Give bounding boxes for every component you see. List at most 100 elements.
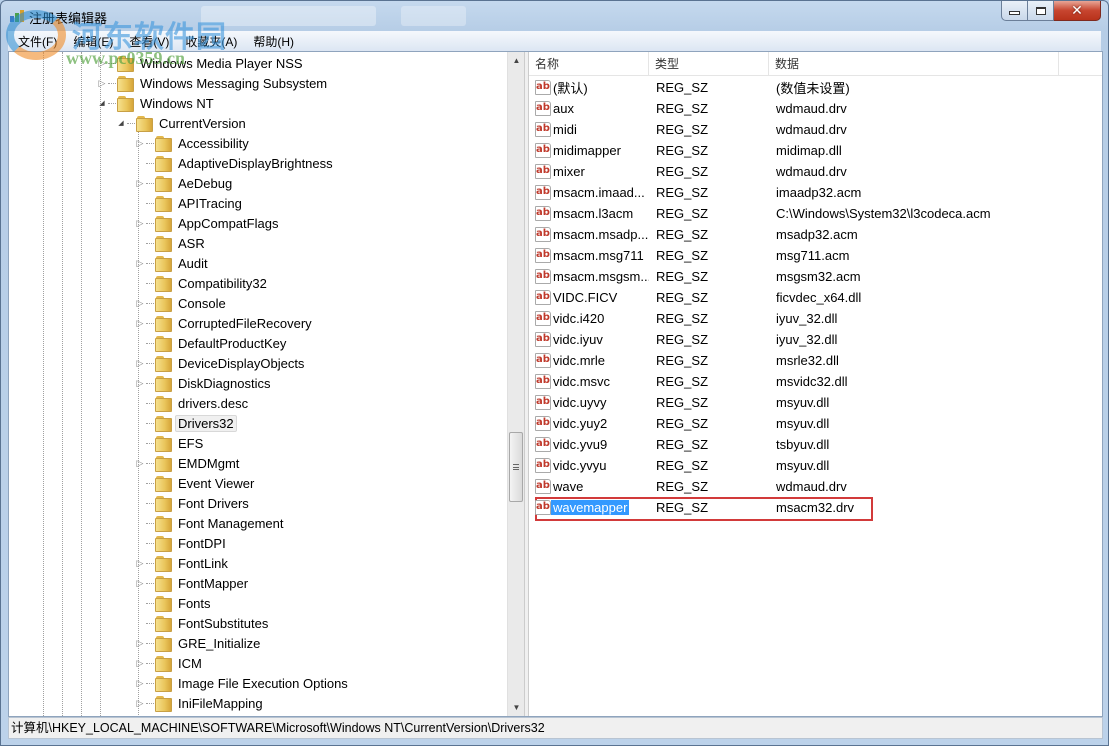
value-row[interactable]: ab wavemapper REG_SZ msacm32.drv xyxy=(529,497,1102,518)
expand-arrow-icon[interactable]: ▷ xyxy=(97,58,107,68)
tree-item-label: Compatibility32 xyxy=(178,275,267,291)
value-row[interactable]: ab vidc.mrle REG_SZ msrle32.dll xyxy=(529,350,1102,371)
expand-arrow-icon[interactable]: ▷ xyxy=(135,678,145,688)
tree-item[interactable]: ◢ Windows NT xyxy=(97,93,217,113)
value-row[interactable]: ab vidc.uyvy REG_SZ msyuv.dll xyxy=(529,392,1102,413)
tree-item[interactable]: drivers.desc xyxy=(135,393,251,413)
expand-arrow-icon[interactable]: ▷ xyxy=(135,178,145,188)
tree-item[interactable]: Fonts xyxy=(135,593,214,613)
value-row[interactable]: ab vidc.i420 REG_SZ iyuv_32.dll xyxy=(529,308,1102,329)
expand-arrow-icon[interactable]: ▷ xyxy=(135,258,145,268)
tree-item[interactable]: ▷ EMDMgmt xyxy=(135,453,242,473)
value-row[interactable]: ab vidc.yvu9 REG_SZ tsbyuv.dll xyxy=(529,434,1102,455)
value-name: (默认) xyxy=(553,81,588,96)
value-row[interactable]: ab wave REG_SZ wdmaud.drv xyxy=(529,476,1102,497)
value-row[interactable]: ab VIDC.FICV REG_SZ ficvdec_x64.dll xyxy=(529,287,1102,308)
tree-item[interactable]: ▷ FontMapper xyxy=(135,573,251,593)
value-row[interactable]: ab msacm.msg711 REG_SZ msg711.acm xyxy=(529,245,1102,266)
collapse-arrow-icon[interactable]: ◢ xyxy=(97,98,107,108)
expand-arrow-icon[interactable]: ▷ xyxy=(135,318,145,328)
tree-item[interactable]: APITracing xyxy=(135,193,245,213)
column-header-type[interactable]: 类型 xyxy=(649,52,769,76)
value-row[interactable]: ab vidc.iyuv REG_SZ iyuv_32.dll xyxy=(529,329,1102,350)
tree-item[interactable]: Event Viewer xyxy=(135,473,257,493)
tree-item-label: Drivers32 xyxy=(175,414,237,432)
scroll-up-arrow-icon[interactable]: ▲ xyxy=(508,52,524,69)
tree-item[interactable]: AdaptiveDisplayBrightness xyxy=(135,153,336,173)
scroll-down-arrow-icon[interactable]: ▼ xyxy=(508,699,524,716)
expand-arrow-icon[interactable]: ▷ xyxy=(135,638,145,648)
expand-arrow-icon[interactable]: ▷ xyxy=(135,358,145,368)
scrollbar-thumb[interactable] xyxy=(509,432,523,502)
tree-item[interactable]: EFS xyxy=(135,433,206,453)
expand-arrow-icon[interactable]: ▷ xyxy=(135,658,145,668)
close-button[interactable]: ✕ xyxy=(1054,1,1101,21)
tree-item[interactable]: Font Management xyxy=(135,513,287,533)
value-row[interactable]: ab msacm.imaad... REG_SZ imaadp32.acm xyxy=(529,182,1102,203)
expand-arrow-icon[interactable]: ▷ xyxy=(135,298,145,308)
tree-item[interactable]: ▷ FontLink xyxy=(135,553,231,573)
collapse-arrow-icon[interactable]: ◢ xyxy=(116,118,126,128)
expand-arrow-icon[interactable]: ▷ xyxy=(135,578,145,588)
tree-item[interactable]: ▷ CorruptedFileRecovery xyxy=(135,313,315,333)
menu-favorites[interactable]: 收藏夹(A) xyxy=(179,33,247,50)
value-row[interactable]: ab msacm.msadp... REG_SZ msadp32.acm xyxy=(529,224,1102,245)
expand-arrow-icon[interactable]: ▷ xyxy=(135,218,145,228)
tree-item[interactable]: FontDPI xyxy=(135,533,229,553)
value-row[interactable]: ab midi REG_SZ wdmaud.drv xyxy=(529,119,1102,140)
expand-arrow-icon[interactable]: ▷ xyxy=(135,698,145,708)
value-data: msyuv.dll xyxy=(776,395,830,410)
tree-item[interactable]: ▷ AeDebug xyxy=(135,173,235,193)
tree-guide-line xyxy=(43,52,44,716)
value-row[interactable]: ab mixer REG_SZ wdmaud.drv xyxy=(529,161,1102,182)
tree-item[interactable]: ASR xyxy=(135,233,208,253)
tree-item[interactable]: ▷ Windows Messaging Subsystem xyxy=(97,73,330,93)
tree-item[interactable]: Compatibility32 xyxy=(135,273,270,293)
tree-item-label: Windows NT xyxy=(140,95,214,111)
tree-item[interactable]: ▷ GRE_Initialize xyxy=(135,633,263,653)
value-row[interactable]: ab vidc.yuy2 REG_SZ msyuv.dll xyxy=(529,413,1102,434)
column-header-filler xyxy=(1059,52,1102,76)
title-glass-area xyxy=(401,6,466,26)
expand-arrow-icon[interactable]: ▷ xyxy=(135,138,145,148)
value-row[interactable]: ab aux REG_SZ wdmaud.drv xyxy=(529,98,1102,119)
title-bar[interactable]: 注册表编辑器 ✕ xyxy=(1,1,1108,31)
menu-help[interactable]: 帮助(H) xyxy=(247,33,304,50)
value-row[interactable]: ab msacm.msgsm... REG_SZ msgsm32.acm xyxy=(529,266,1102,287)
value-row[interactable]: ab (默认) REG_SZ (数值未设置) xyxy=(529,77,1102,98)
column-header-data[interactable]: 数据 xyxy=(769,52,1059,76)
menu-edit[interactable]: 编辑(E) xyxy=(67,33,123,50)
tree-item[interactable]: ▷ Accessibility xyxy=(135,133,252,153)
tree-item[interactable]: ▷ ICM xyxy=(135,653,205,673)
tree-item[interactable]: Font Drivers xyxy=(135,493,252,513)
value-data: msacm32.drv xyxy=(776,500,855,515)
tree-item[interactable]: ▷ DeviceDisplayObjects xyxy=(135,353,307,373)
column-header-name[interactable]: 名称 xyxy=(529,52,649,76)
tree-item[interactable]: ▷ Console xyxy=(135,293,229,313)
value-type: REG_SZ xyxy=(656,143,709,158)
expand-arrow-icon[interactable]: ▷ xyxy=(135,458,145,468)
menu-view[interactable]: 查看(V) xyxy=(123,33,179,50)
value-row[interactable]: ab midimapper REG_SZ midimap.dll xyxy=(529,140,1102,161)
tree-item[interactable]: ▷ AppCompatFlags xyxy=(135,213,281,233)
tree-item[interactable]: Drivers32 xyxy=(135,413,237,433)
tree-item[interactable]: ▷ Windows Media Player NSS xyxy=(97,53,306,73)
value-row[interactable]: ab msacm.l3acm REG_SZ C:\Windows\System32\l… xyxy=(529,203,1102,224)
minimize-button[interactable] xyxy=(1001,1,1028,21)
tree-vertical-scrollbar[interactable]: ▲ ▼ xyxy=(507,52,524,716)
maximize-button[interactable] xyxy=(1028,1,1054,21)
tree-item[interactable]: ◢ CurrentVersion xyxy=(116,113,249,133)
tree-item[interactable]: ▷ IniFileMapping xyxy=(135,693,266,713)
tree-item[interactable]: ▷ Image File Execution Options xyxy=(135,673,351,693)
menu-file[interactable]: 文件(F) xyxy=(12,33,67,50)
expand-arrow-icon[interactable]: ▷ xyxy=(97,78,107,88)
expand-arrow-icon[interactable]: ▷ xyxy=(135,558,145,568)
tree-item[interactable]: ▷ DiskDiagnostics xyxy=(135,373,273,393)
value-row[interactable]: ab vidc.msvc REG_SZ msvidc32.dll xyxy=(529,371,1102,392)
value-row[interactable]: ab vidc.yvyu REG_SZ msyuv.dll xyxy=(529,455,1102,476)
tree-item[interactable]: DefaultProductKey xyxy=(135,333,289,353)
tree-item[interactable]: FontSubstitutes xyxy=(135,613,271,633)
tree-item[interactable]: ▷ Audit xyxy=(135,253,211,273)
tree-connector-line xyxy=(146,162,154,164)
expand-arrow-icon[interactable]: ▷ xyxy=(135,378,145,388)
